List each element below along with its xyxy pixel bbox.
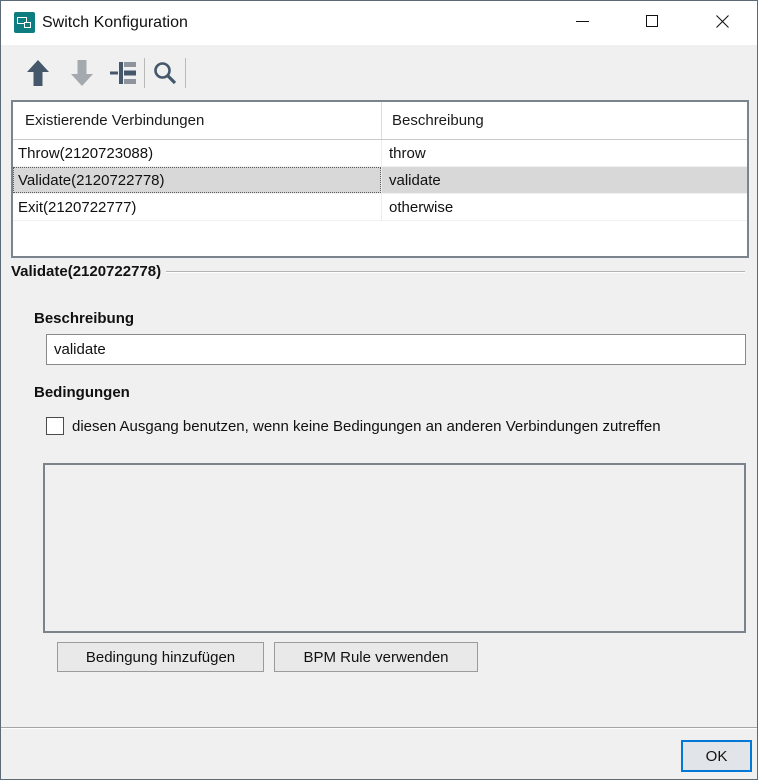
use-bpm-rule-button[interactable]: BPM Rule verwenden: [274, 642, 478, 672]
window-controls: [547, 1, 757, 41]
close-button[interactable]: [687, 1, 757, 41]
default-output-checkbox-label[interactable]: diesen Ausgang benutzen, wenn keine Bedi…: [72, 418, 661, 435]
toolbar: [1, 45, 757, 100]
cell-connection[interactable]: Throw(2120723088): [13, 140, 381, 166]
add-condition-button[interactable]: Bedingung hinzufügen: [57, 642, 264, 672]
default-output-checkbox[interactable]: [46, 417, 64, 435]
switch-konfiguration-dialog: Switch Konfiguration Existierende Verbin…: [0, 0, 758, 780]
cell-description[interactable]: validate: [381, 167, 747, 193]
search-icon: [154, 61, 177, 84]
window-title: Switch Konfiguration: [42, 14, 188, 31]
move-up-icon: [27, 59, 49, 86]
toolbar-separator: [144, 57, 145, 88]
maximize-icon: [646, 15, 658, 27]
column-header-connection[interactable]: Existierende Verbindungen: [13, 102, 381, 139]
cell-connection[interactable]: Validate(2120722778): [13, 167, 381, 193]
search-button[interactable]: [148, 56, 182, 90]
tree-connections-button[interactable]: [107, 56, 141, 90]
titlebar: Switch Konfiguration: [1, 1, 757, 45]
table-row[interactable]: Throw(2120723088) throw: [13, 140, 747, 167]
app-icon: [14, 12, 35, 33]
maximize-button[interactable]: [617, 1, 687, 41]
group-title: Validate(2120722778): [11, 263, 162, 280]
table-header: Existierende Verbindungen Beschreibung: [13, 102, 747, 140]
ok-button[interactable]: OK: [681, 740, 752, 772]
close-icon: [715, 14, 729, 28]
beschreibung-label: Beschreibung: [34, 310, 135, 327]
table-row[interactable]: Exit(2120722777) otherwise: [13, 194, 747, 221]
cell-connection[interactable]: Exit(2120722777): [13, 194, 381, 220]
move-down-icon: [71, 59, 93, 86]
tree-connections-icon: [110, 61, 136, 84]
footer: OK: [1, 729, 757, 779]
column-header-description[interactable]: Beschreibung: [381, 102, 747, 139]
bedingungen-label: Bedingungen: [34, 384, 130, 401]
minimize-icon: [575, 20, 589, 22]
table-row-selected[interactable]: Validate(2120722778) validate: [13, 167, 747, 194]
cell-description[interactable]: throw: [381, 140, 747, 166]
toolbar-separator: [185, 57, 186, 88]
group-header: Validate(2120722778): [11, 263, 745, 280]
conditions-list-panel[interactable]: [43, 463, 746, 633]
minimize-button[interactable]: [547, 1, 617, 41]
cell-description[interactable]: otherwise: [381, 194, 747, 220]
group-divider: [166, 270, 745, 273]
connections-table: Existierende Verbindungen Beschreibung T…: [11, 100, 749, 258]
beschreibung-input[interactable]: [46, 334, 746, 365]
default-output-checkbox-row[interactable]: diesen Ausgang benutzen, wenn keine Bedi…: [46, 417, 661, 435]
move-down-button[interactable]: [65, 56, 99, 90]
move-up-button[interactable]: [21, 56, 55, 90]
